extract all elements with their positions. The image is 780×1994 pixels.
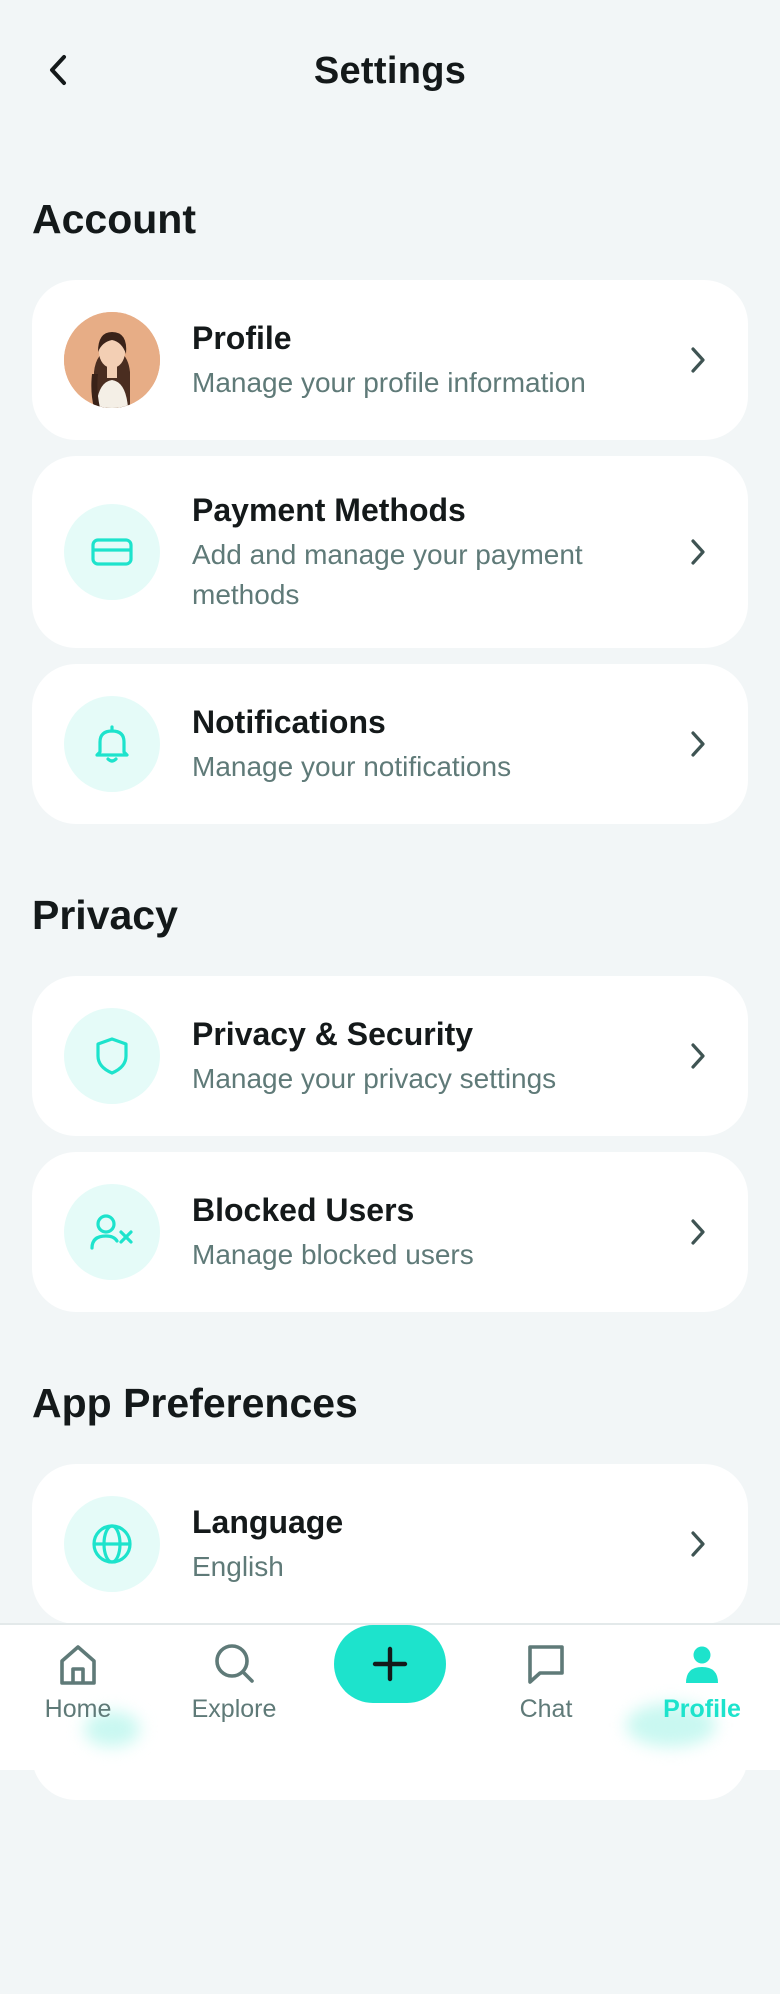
header: Settings bbox=[0, 0, 780, 140]
settings-item-profile[interactable]: Profile Manage your profile information bbox=[32, 280, 748, 440]
item-title: Notifications bbox=[192, 704, 386, 740]
user-block-icon bbox=[90, 1214, 133, 1250]
nav-label: Home bbox=[44, 1695, 112, 1723]
item-title: Language bbox=[192, 1504, 344, 1540]
section-title-privacy: Privacy bbox=[32, 892, 178, 938]
chevron-right-icon bbox=[686, 1038, 710, 1074]
item-title: Privacy & Security bbox=[192, 1016, 474, 1052]
item-subtitle: Manage your notifications bbox=[192, 751, 512, 782]
avatar bbox=[64, 312, 160, 408]
credit-card-icon bbox=[91, 538, 133, 566]
icon-container bbox=[64, 1496, 160, 1592]
chevron-right-icon bbox=[686, 1214, 710, 1250]
nav-item-chat[interactable]: Chat bbox=[476, 1639, 616, 1749]
bell-icon bbox=[95, 725, 129, 763]
nav-label: Profile bbox=[663, 1695, 741, 1723]
nav-label: Explore bbox=[191, 1695, 277, 1723]
settings-item-payment-methods[interactable]: Payment Methods Add and manage your paym… bbox=[32, 456, 748, 648]
shield-icon bbox=[96, 1037, 128, 1075]
settings-item-notifications[interactable]: Notifications Manage your notifications bbox=[32, 664, 748, 824]
item-subtitle: English bbox=[192, 1551, 284, 1582]
icon-container bbox=[64, 1184, 160, 1280]
nav-item-explore[interactable]: Explore bbox=[164, 1639, 304, 1749]
settings-item-language[interactable]: Language English bbox=[32, 1464, 748, 1624]
nav-label: Chat bbox=[519, 1695, 573, 1723]
item-subtitle: Add and manage your payment methods bbox=[192, 539, 583, 610]
item-title: Payment Methods bbox=[192, 492, 466, 528]
chevron-right-icon bbox=[686, 534, 710, 570]
section-title-app-preferences: App Preferences bbox=[32, 1380, 358, 1426]
icon-container bbox=[64, 1008, 160, 1104]
add-button[interactable] bbox=[334, 1625, 446, 1703]
user-icon bbox=[686, 1646, 718, 1683]
item-subtitle: Manage your privacy settings bbox=[192, 1063, 557, 1094]
icon-container bbox=[64, 696, 160, 792]
bottom-navigation: Home Explore Chat Profile bbox=[0, 1623, 780, 1770]
nav-item-profile[interactable]: Profile bbox=[632, 1639, 772, 1749]
chevron-right-icon bbox=[686, 342, 710, 378]
plus-icon bbox=[372, 1646, 408, 1682]
chat-icon bbox=[528, 1645, 564, 1684]
nav-item-home[interactable]: Home bbox=[8, 1639, 148, 1749]
globe-icon bbox=[92, 1524, 132, 1564]
icon-container bbox=[64, 504, 160, 600]
chevron-right-icon bbox=[686, 1526, 710, 1562]
section-title-account: Account bbox=[32, 196, 196, 242]
settings-item-blocked-users[interactable]: Blocked Users Manage blocked users bbox=[32, 1152, 748, 1312]
home-icon bbox=[60, 1645, 96, 1685]
page-title: Settings bbox=[313, 50, 467, 92]
search-icon bbox=[215, 1644, 254, 1683]
item-title: Profile bbox=[192, 320, 292, 356]
item-subtitle: Manage your profile information bbox=[192, 367, 586, 398]
item-title: Blocked Users bbox=[192, 1192, 415, 1228]
settings-item-privacy-security[interactable]: Privacy & Security Manage your privacy s… bbox=[32, 976, 748, 1136]
item-subtitle: Manage blocked users bbox=[192, 1239, 474, 1270]
chevron-right-icon bbox=[686, 726, 710, 762]
